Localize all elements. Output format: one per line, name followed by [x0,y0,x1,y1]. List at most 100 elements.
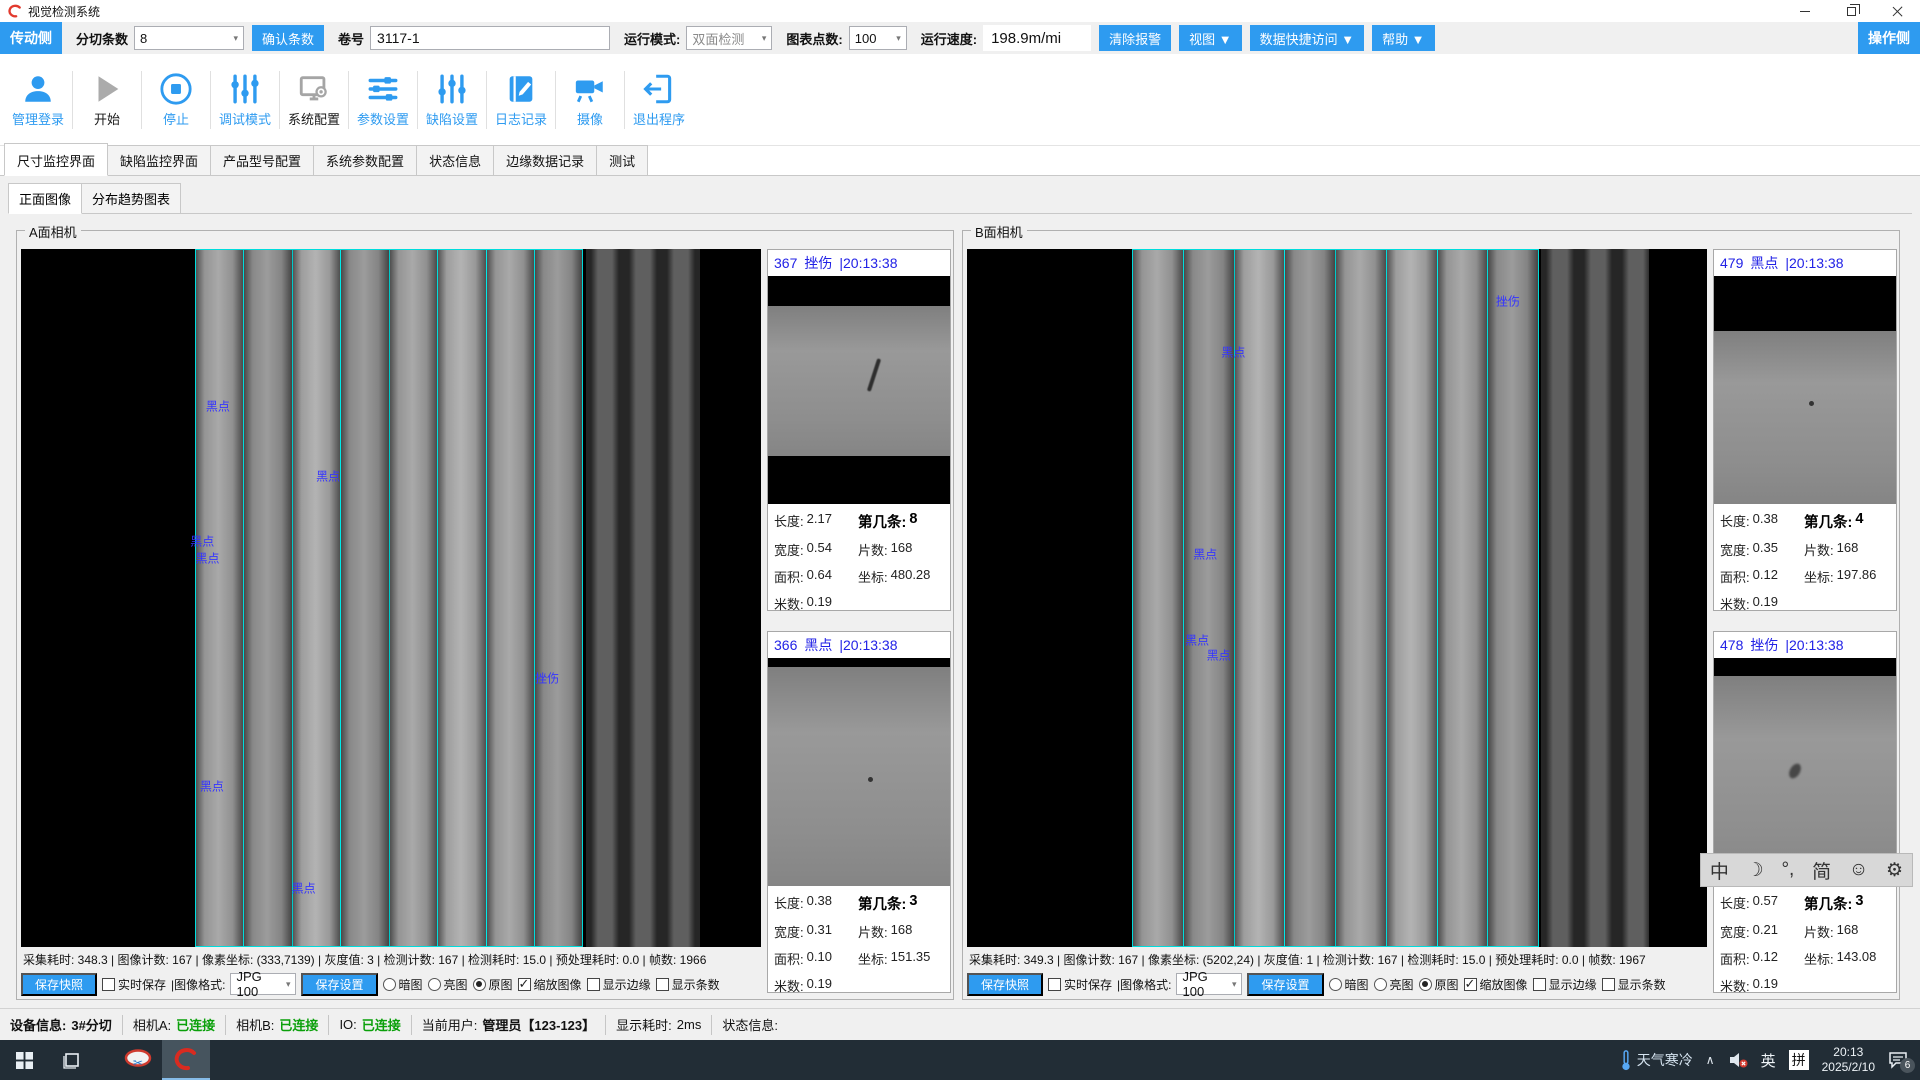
system-config-button[interactable]: 系统配置 [282,72,346,128]
field-label: 坐标: [1804,949,1834,968]
minimize-button[interactable] [1782,0,1828,22]
subtab-trend-chart[interactable]: 分布趋势图表 [81,183,181,213]
image-format-select[interactable]: JPG 100▾ [230,973,296,995]
operator-side-button[interactable]: 操作侧 [1858,22,1920,54]
show-count-checkbox[interactable]: 显示条数 [1602,976,1666,993]
show-edges-checkbox[interactable]: 显示边缘 [1533,976,1597,993]
capture-button[interactable]: 摄像 [558,72,622,128]
defect-thumbnail[interactable] [768,658,950,886]
clear-alarm-button[interactable]: 清除报警 [1099,25,1171,51]
tab-system-params[interactable]: 系统参数配置 [313,145,417,175]
help-menu-button[interactable]: 帮助 ▼ [1372,25,1434,51]
confirm-count-button[interactable]: 确认条数 [252,25,324,51]
field-label: 面积: [1720,949,1750,968]
defect-card-header[interactable]: 367 挫伤 |20:13:38 [768,250,950,276]
field-label: 第几条: [858,893,906,914]
checkbox-label: 显示边缘 [603,976,651,993]
notification-center-button[interactable]: 6 [1888,1051,1908,1069]
strip [1285,250,1336,946]
defect-settings-button[interactable]: 缺陷设置 [420,72,484,128]
tray-expand-chevron[interactable]: ∧ [1706,1053,1715,1067]
language-indicator[interactable]: 英 [1761,1050,1776,1071]
roll-number-value: 3117-1 [377,30,420,46]
param-settings-button[interactable]: 参数设置 [351,72,415,128]
original-image-radio[interactable]: 原图 [1419,976,1459,993]
log-record-button[interactable]: 日志记录 [489,72,553,128]
start-button[interactable]: 开始 [75,72,139,128]
weather-widget[interactable]: 天气寒冷 [1620,1049,1693,1071]
chart-points-select[interactable]: 100 ▾ [849,26,907,50]
exit-program-button[interactable]: 退出程序 [627,72,691,128]
view-menu-button[interactable]: 视图 ▼ [1179,25,1241,51]
debug-mode-button[interactable]: 调试模式 [213,72,277,128]
divider [210,71,211,129]
drive-side-button[interactable]: 传动侧 [0,22,62,54]
camera-a-status: 相机A:已连接 [123,1015,226,1035]
save-settings-button[interactable]: 保存设置 [1247,973,1323,996]
display-time-value: 2ms [677,1017,702,1032]
vision-app-taskbar-button[interactable] [162,1040,210,1080]
defect-card: 367 挫伤 |20:13:38 长度:2.17 第几条:8 宽度:0.54 片… [767,249,951,611]
defect-card-header[interactable]: 366 黑点 |20:13:38 [768,632,950,658]
show-edges-checkbox[interactable]: 显示边缘 [587,976,651,993]
clock[interactable]: 20:13 2025/2/10 [1822,1045,1875,1075]
data-shortcut-menu-button[interactable]: 数据快捷访问 ▼ [1250,25,1364,51]
ime-punctuation-icon[interactable]: °, [1781,859,1794,881]
field-label: 宽度: [774,922,804,941]
ime-settings-icon[interactable]: ⚙ [1886,859,1903,882]
camera-b-image[interactable]: 挫伤 黑点 黑点 黑点 黑点 [967,249,1707,947]
stop-button[interactable]: 停止 [144,72,208,128]
defect-thumbnail[interactable] [768,276,950,504]
start-button[interactable] [0,1040,48,1080]
dark-image-radio[interactable]: 暗图 [383,976,423,993]
tab-defect-monitor[interactable]: 缺陷监控界面 [107,145,211,175]
realtime-save-checkbox[interactable]: 实时保存 [102,976,166,993]
defect-info: 长度:0.57 第几条:3 宽度:0.21 片数:168 面积:0.12 坐标:… [1714,886,1896,999]
defect-type: 挫伤 [1750,635,1778,655]
task-view-button[interactable] [48,1040,96,1080]
capture-status-line: 采集耗时: 348.3 | 图像计数: 167 | 像素坐标: (333,713… [23,951,761,968]
original-image-radio[interactable]: 原图 [473,976,513,993]
defect-card-header[interactable]: 479 黑点 |20:13:38 [1714,250,1896,276]
tab-product-model[interactable]: 产品型号配置 [210,145,314,175]
ime-emoji-icon[interactable]: ☺ [1849,859,1868,881]
ime-indicator[interactable]: 拼 [1789,1050,1809,1070]
zoom-image-checkbox[interactable]: 缩放图像 [1464,976,1528,993]
save-snapshot-button[interactable]: 保存快照 [967,973,1043,996]
ime-lang-mode[interactable]: 中 [1710,857,1729,884]
roll-number-input[interactable]: 3117-1 [370,26,610,50]
divider [72,71,73,129]
defect-label: 黑点 [190,532,214,549]
run-mode-select[interactable]: 双面检测 ▾ [686,26,772,50]
bright-image-radio[interactable]: 亮图 [428,976,468,993]
close-button[interactable] [1874,0,1920,22]
snipping-tool-button[interactable]: ✂ [114,1040,162,1080]
ime-simplified[interactable]: 简 [1812,857,1831,884]
tab-test[interactable]: 测试 [596,145,648,175]
zoom-image-checkbox[interactable]: 缩放图像 [518,976,582,993]
image-format-select[interactable]: JPG 100▾ [1176,973,1242,995]
defect-card-header[interactable]: 478 挫伤 |20:13:38 [1714,632,1896,658]
camera-a-image[interactable]: 黑点 黑点 黑点 黑点 挫伤 黑点 黑点 [21,249,761,947]
ime-fullwidth-icon[interactable]: ☽ [1747,859,1764,882]
defect-thumbnail[interactable] [1714,658,1896,886]
show-count-checkbox[interactable]: 显示条数 [656,976,720,993]
tab-size-monitor[interactable]: 尺寸监控界面 [4,143,108,176]
tab-edge-data[interactable]: 边缘数据记录 [493,145,597,175]
save-snapshot-button[interactable]: 保存快照 [21,973,97,996]
bright-image-radio[interactable]: 亮图 [1374,976,1414,993]
restore-button[interactable] [1828,0,1874,22]
admin-login-button[interactable]: 管理登录 [6,72,70,128]
capture-controls: 保存快照 实时保存 |图像格式: JPG 100▾ 保存设置 暗图 亮图 原图 … [967,970,1707,998]
subtab-front-image[interactable]: 正面图像 [8,183,82,214]
speaker-muted-icon[interactable] [1728,1052,1748,1068]
split-count-select[interactable]: 8 ▾ [134,26,244,50]
defect-label: 挫伤 [535,669,559,686]
dark-image-radio[interactable]: 暗图 [1329,976,1369,993]
defect-thumbnail[interactable] [1714,276,1896,504]
realtime-save-checkbox[interactable]: 实时保存 [1048,976,1112,993]
tab-status-info[interactable]: 状态信息 [416,145,494,175]
defect-list: 367 挫伤 |20:13:38 长度:2.17 第几条:8 宽度:0.54 片… [767,249,951,997]
field-value: 0.12 [1753,949,1778,968]
save-settings-button[interactable]: 保存设置 [301,973,377,996]
